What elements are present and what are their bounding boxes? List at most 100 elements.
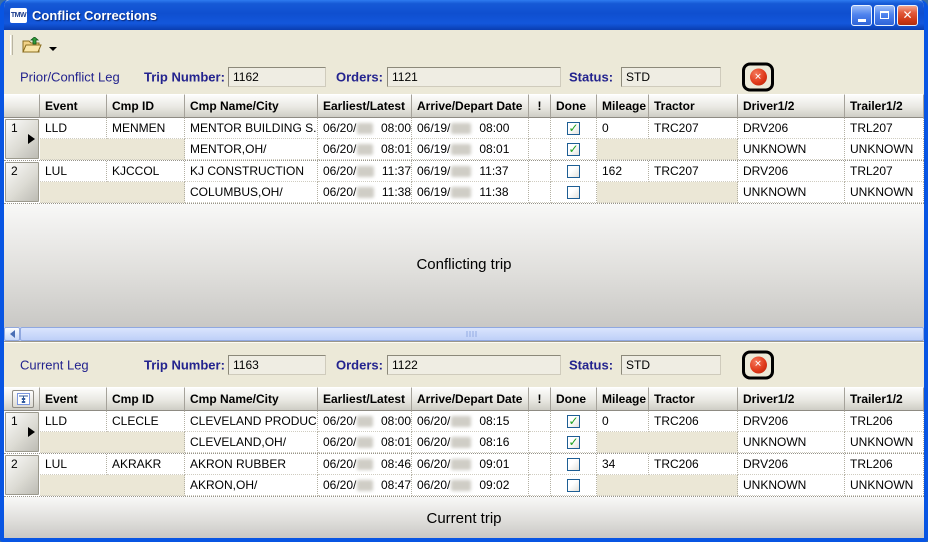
minimize-button[interactable]: [851, 5, 872, 26]
cell-alert[interactable]: [529, 139, 551, 160]
table-row[interactable]: 2 LUL AKRAKR AKRON RUBBER 06/20/08:46 06…: [4, 454, 924, 497]
cell-alert[interactable]: [529, 411, 551, 432]
done-checkbox[interactable]: [567, 143, 580, 156]
current-trip-number-input[interactable]: [228, 355, 326, 375]
cell-city[interactable]: AKRON,OH/: [185, 475, 318, 496]
col-header-arrive[interactable]: Arrive/Depart Date: [412, 387, 529, 411]
cell-done[interactable]: [551, 454, 597, 475]
col-header-trailer[interactable]: Trailer1/2: [845, 387, 924, 411]
cell-done[interactable]: [551, 161, 597, 182]
cell-alert[interactable]: [529, 432, 551, 453]
cell-driver[interactable]: UNKNOWN: [738, 432, 845, 453]
cell-mileage[interactable]: 0: [597, 411, 649, 432]
cell-blank[interactable]: [40, 475, 185, 496]
table-row[interactable]: 1 LLD MENMEN MENTOR BUILDING S... 06/20/…: [4, 118, 924, 161]
cell-city[interactable]: CLEVELAND,OH/: [185, 432, 318, 453]
done-checkbox[interactable]: [567, 122, 580, 135]
col-header-cmp-id[interactable]: Cmp ID: [107, 94, 185, 118]
cell-cmp-name[interactable]: KJ CONSTRUCTION: [185, 161, 318, 182]
cell-trailer[interactable]: TRL206: [845, 411, 924, 432]
prior-grid-corner[interactable]: [4, 94, 40, 118]
cell-earliest[interactable]: 06/20/08:46: [318, 454, 412, 475]
band-fields-icon[interactable]: [12, 390, 34, 408]
cell-trailer[interactable]: UNKNOWN: [845, 182, 924, 203]
col-header-mileage[interactable]: Mileage: [597, 94, 649, 118]
cell-blank[interactable]: [597, 475, 738, 496]
cell-driver[interactable]: DRV206: [738, 118, 845, 139]
col-header-event[interactable]: Event: [40, 94, 107, 118]
cell-arrive[interactable]: 06/19/11:37: [412, 161, 529, 182]
table-row[interactable]: 1 LLD CLECLE CLEVELAND PRODUCTS 06/20/08…: [4, 411, 924, 454]
done-checkbox[interactable]: [567, 479, 580, 492]
cell-event[interactable]: LUL: [40, 161, 107, 182]
cell-done[interactable]: [551, 139, 597, 160]
cell-cmp-id[interactable]: CLECLE: [107, 411, 185, 432]
cell-blank[interactable]: [597, 182, 738, 203]
prior-trip-number-input[interactable]: [228, 67, 326, 87]
cell-alert[interactable]: [529, 118, 551, 139]
current-grid-corner[interactable]: [4, 387, 40, 411]
cell-tractor[interactable]: TRC207: [649, 161, 738, 182]
current-orders-input[interactable]: [387, 355, 561, 375]
cell-tractor[interactable]: TRC207: [649, 118, 738, 139]
cell-arrive[interactable]: 06/20/09:01: [412, 454, 529, 475]
cell-arrive[interactable]: 06/20/09:02: [412, 475, 529, 496]
cell-arrive[interactable]: 06/20/08:16: [412, 432, 529, 453]
cell-cmp-name[interactable]: AKRON RUBBER: [185, 454, 318, 475]
cell-earliest[interactable]: 06/20/08:00: [318, 411, 412, 432]
cell-done[interactable]: [551, 411, 597, 432]
cell-cmp-id[interactable]: MENMEN: [107, 118, 185, 139]
cell-tractor[interactable]: TRC206: [649, 411, 738, 432]
toolbar-dropdown-icon[interactable]: [49, 47, 57, 51]
current-status-input[interactable]: [621, 355, 721, 375]
cell-trailer[interactable]: TRL206: [845, 454, 924, 475]
col-header-driver[interactable]: Driver1/2: [738, 387, 845, 411]
scrollbar-thumb[interactable]: [20, 327, 924, 341]
cell-tractor[interactable]: TRC206: [649, 454, 738, 475]
cell-driver[interactable]: DRV206: [738, 411, 845, 432]
row-selector[interactable]: 1: [5, 119, 39, 159]
col-header-alert[interactable]: !: [529, 387, 551, 411]
cell-arrive[interactable]: 06/19/08:01: [412, 139, 529, 160]
col-header-cmp-name[interactable]: Cmp Name/City: [185, 94, 318, 118]
cell-earliest[interactable]: 06/20/08:01: [318, 432, 412, 453]
done-checkbox[interactable]: [567, 415, 580, 428]
cell-event[interactable]: LLD: [40, 411, 107, 432]
cell-mileage[interactable]: 34: [597, 454, 649, 475]
col-header-done[interactable]: Done: [551, 94, 597, 118]
cell-alert[interactable]: [529, 475, 551, 496]
cell-earliest[interactable]: 06/20/11:38: [318, 182, 412, 203]
col-header-mileage[interactable]: Mileage: [597, 387, 649, 411]
cell-mileage[interactable]: 0: [597, 118, 649, 139]
cell-arrive[interactable]: 06/19/11:38: [412, 182, 529, 203]
cell-driver[interactable]: DRV206: [738, 454, 845, 475]
done-checkbox[interactable]: [567, 186, 580, 199]
cell-arrive[interactable]: 06/20/08:15: [412, 411, 529, 432]
cell-blank[interactable]: [40, 139, 185, 160]
prior-status-input[interactable]: [621, 67, 721, 87]
col-header-cmp-name[interactable]: Cmp Name/City: [185, 387, 318, 411]
cell-earliest[interactable]: 06/20/08:01: [318, 139, 412, 160]
cell-mileage[interactable]: 162: [597, 161, 649, 182]
open-folder-button[interactable]: [19, 33, 45, 57]
col-header-event[interactable]: Event: [40, 387, 107, 411]
cell-alert[interactable]: [529, 454, 551, 475]
cell-alert[interactable]: [529, 182, 551, 203]
col-header-done[interactable]: Done: [551, 387, 597, 411]
cell-done[interactable]: [551, 475, 597, 496]
cell-event[interactable]: LLD: [40, 118, 107, 139]
cell-city[interactable]: MENTOR,OH/: [185, 139, 318, 160]
col-header-driver[interactable]: Driver1/2: [738, 94, 845, 118]
cell-trailer[interactable]: TRL207: [845, 118, 924, 139]
cell-done[interactable]: [551, 182, 597, 203]
done-checkbox[interactable]: [567, 165, 580, 178]
cell-blank[interactable]: [597, 139, 738, 160]
col-header-tractor[interactable]: Tractor: [649, 387, 738, 411]
cell-cmp-id[interactable]: AKRAKR: [107, 454, 185, 475]
done-checkbox[interactable]: [567, 458, 580, 471]
col-header-earliest[interactable]: Earliest/Latest: [318, 94, 412, 118]
cell-earliest[interactable]: 06/20/08:00: [318, 118, 412, 139]
col-header-earliest[interactable]: Earliest/Latest: [318, 387, 412, 411]
cell-trailer[interactable]: UNKNOWN: [845, 432, 924, 453]
cell-driver[interactable]: UNKNOWN: [738, 475, 845, 496]
